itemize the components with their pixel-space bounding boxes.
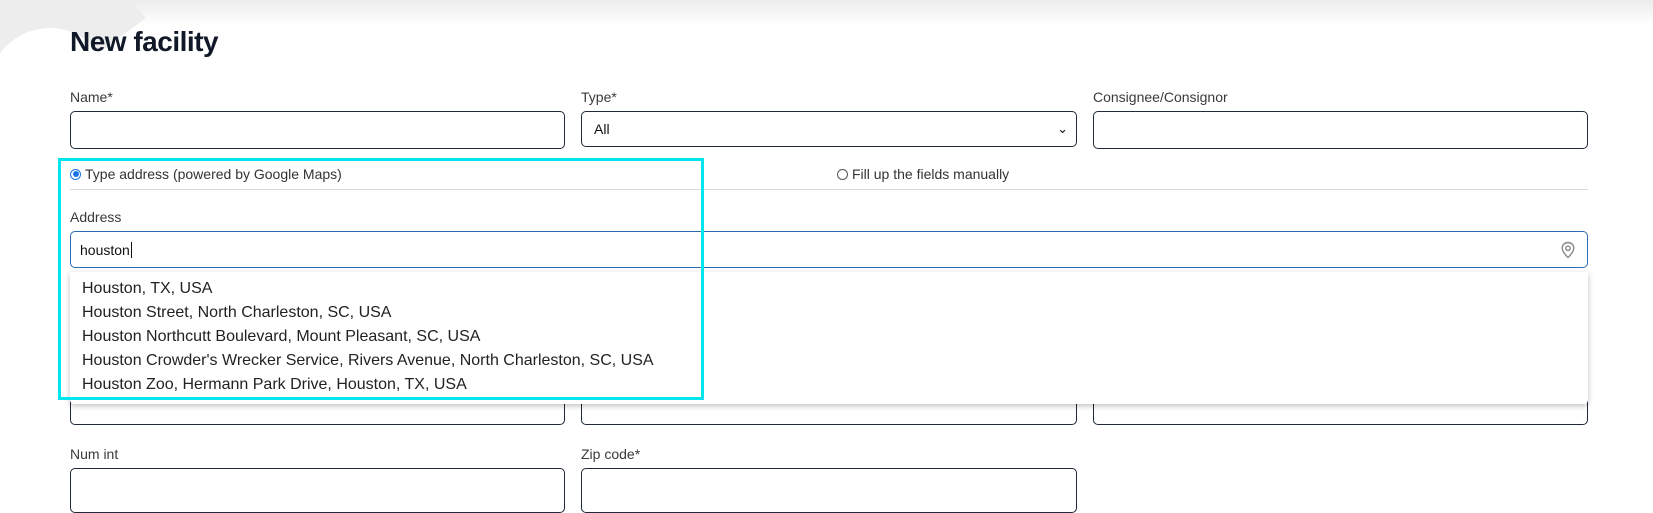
top-shadow <box>0 0 1653 26</box>
address-input[interactable]: houston <box>70 231 1588 268</box>
location-pin-icon[interactable] <box>1559 241 1577 259</box>
num-int-input[interactable] <box>70 468 565 513</box>
radio-manual-label: Fill up the fields manually <box>852 166 1010 182</box>
zip-code-input[interactable] <box>581 468 1077 513</box>
name-label: Name* <box>70 89 113 105</box>
suggestion-item[interactable]: Houston Crowder's Wrecker Service, River… <box>70 349 1588 373</box>
consignee-label: Consignee/Consignor <box>1093 89 1228 105</box>
address-label: Address <box>70 209 122 225</box>
consignee-input[interactable] <box>1093 111 1588 149</box>
radio-option-manual[interactable]: Fill up the fields manually <box>837 166 1009 182</box>
address-suggestions-dropdown: Houston, TX, USA Houston Street, North C… <box>70 272 1588 404</box>
address-input-value: houston <box>80 241 130 258</box>
radio-option-google[interactable]: Type address (powered by Google Maps) <box>70 166 342 182</box>
suggestion-item[interactable]: Houston Zoo, Hermann Park Drive, Houston… <box>70 373 1588 397</box>
radio-button[interactable] <box>837 168 848 180</box>
radio-button-selected[interactable] <box>70 168 81 180</box>
suggestion-item[interactable]: Houston Northcutt Boulevard, Mount Pleas… <box>70 325 1588 349</box>
name-input[interactable] <box>70 111 565 149</box>
page-title: New facility <box>70 26 219 57</box>
suggestion-item[interactable]: Houston Street, North Charleston, SC, US… <box>70 301 1588 325</box>
suggestion-item[interactable]: Houston, TX, USA <box>70 277 1588 301</box>
num-int-label: Num int <box>70 446 119 462</box>
radio-google-label: Type address (powered by Google Maps) <box>85 166 342 182</box>
zip-code-label: Zip code* <box>581 446 641 462</box>
type-select[interactable]: All ⌄ <box>581 111 1077 147</box>
type-label: Type* <box>581 89 617 105</box>
type-select-value: All <box>594 121 610 137</box>
text-caret <box>130 241 132 258</box>
divider <box>70 189 1588 190</box>
chevron-down-icon: ⌄ <box>1057 121 1068 136</box>
